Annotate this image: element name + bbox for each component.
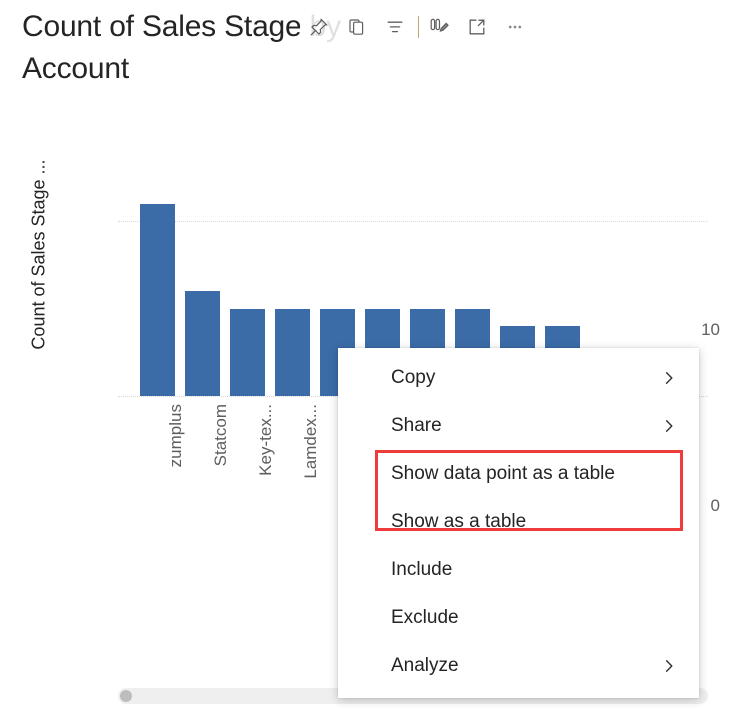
x-axis-tick-label: zumplus [166,404,186,467]
menu-item-label: Share [391,415,442,437]
x-axis-tick-label: Lamdex... [301,404,321,479]
bar[interactable] [140,204,175,397]
drill-mode-icon[interactable] [420,10,458,44]
bar[interactable] [275,309,310,397]
menu-item-show-as-a-table[interactable]: Show as a table [338,498,699,546]
visual-header-toolbar [300,10,534,44]
menu-item-label: Analyze [391,655,459,677]
copy-icon[interactable] [338,10,376,44]
menu-item-label: Exclude [391,607,459,629]
chevron-right-icon [661,658,677,674]
menu-item-label: Show as a table [391,511,526,533]
menu-item-label: Show data point as a table [391,463,615,485]
y-axis-title: Count of Sales Stage ... [29,130,50,380]
pin-icon[interactable] [300,10,338,44]
filter-icon[interactable] [376,10,414,44]
menu-item-label: Include [391,559,452,581]
menu-item-label: Copy [391,367,435,389]
menu-item-copy[interactable]: Copy [338,354,699,402]
x-axis-tick-label: Statcom [211,404,231,466]
chevron-right-icon [661,418,677,434]
chevron-right-icon [661,370,677,386]
scrollbar-thumb[interactable] [120,690,132,702]
focus-mode-icon[interactable] [458,10,496,44]
menu-item-show-data-point-as-a-table[interactable]: Show data point as a table [338,450,699,498]
bar[interactable] [230,309,265,397]
context-menu: Copy Share Show data point as a table Show … [338,348,699,698]
toolbar-divider [418,16,419,38]
menu-item-include[interactable]: Include [338,546,699,594]
x-axis-tick-label: Key-tex... [256,404,276,476]
menu-item-analyze[interactable]: Analyze [338,642,699,690]
bar[interactable] [185,291,220,396]
menu-item-exclude[interactable]: Exclude [338,594,699,642]
more-options-icon[interactable] [496,10,534,44]
menu-item-share[interactable]: Share [338,402,699,450]
gridline [118,221,708,223]
